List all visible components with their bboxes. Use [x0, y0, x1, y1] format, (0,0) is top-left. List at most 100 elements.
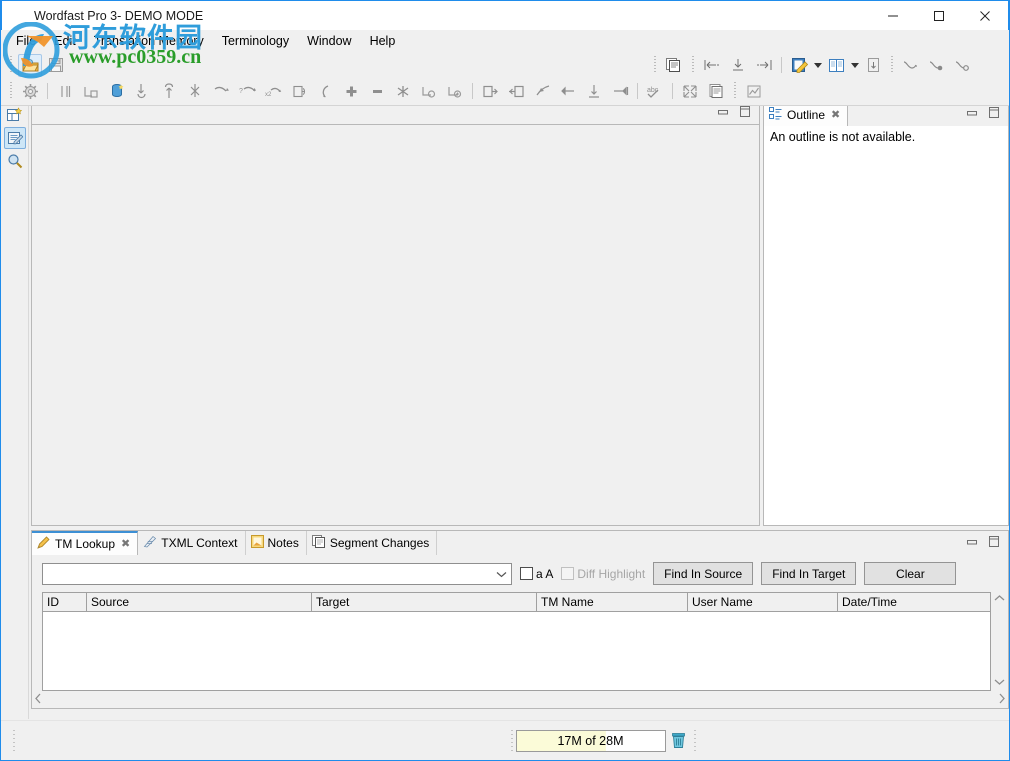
tm-results-rows[interactable]: [42, 612, 991, 691]
menu-item-help[interactable]: Help: [361, 32, 405, 50]
merge-segment-button[interactable]: [79, 80, 103, 103]
remove-term-button[interactable]: [365, 80, 389, 103]
clear-button[interactable]: Clear: [864, 562, 957, 585]
toolbar-grip-3[interactable]: [690, 56, 696, 74]
scroll-left-icon[interactable]: [34, 693, 42, 707]
align-left-button[interactable]: [700, 54, 724, 77]
case-sensitive-checkbox[interactable]: a A: [520, 567, 553, 581]
preferences-button[interactable]: [18, 80, 42, 103]
outline-tab-close-icon[interactable]: ✖: [831, 109, 840, 121]
tab-txml-context[interactable]: TXML Context: [138, 531, 246, 555]
menu-item-window[interactable]: Window: [298, 32, 360, 50]
tm-lookup-button[interactable]: [417, 80, 441, 103]
find-in-target-button[interactable]: Find In Target: [761, 562, 857, 585]
undo-segment-button[interactable]: [313, 80, 337, 103]
export-button[interactable]: [478, 80, 502, 103]
bottom-minimize-button[interactable]: [965, 536, 979, 551]
toolbar-grip[interactable]: [8, 56, 14, 74]
column-header-tm-name[interactable]: TM Name: [537, 593, 688, 611]
align-right-button[interactable]: [752, 54, 776, 77]
window-title: Wordfast Pro 3- DEMO MODE: [34, 8, 204, 23]
editor-part: [31, 101, 760, 526]
outline-maximize-button[interactable]: [987, 106, 1001, 122]
save-file-button[interactable]: [44, 54, 68, 77]
column-header-source[interactable]: Source: [87, 593, 312, 611]
tab-segment-changes[interactable]: Segment Changes: [306, 531, 438, 555]
split-segment-button[interactable]: [53, 80, 77, 103]
notes-dropdown-arrow[interactable]: [812, 54, 823, 77]
import-button[interactable]: [504, 80, 528, 103]
copy-source-button[interactable]: [105, 80, 129, 103]
editor-icon[interactable]: [3, 127, 26, 149]
transcheck-button[interactable]: [391, 80, 415, 103]
open-file-button[interactable]: [18, 53, 42, 77]
bottom-part-controls: [965, 531, 1008, 555]
column-header-date-time[interactable]: Date/Time: [838, 593, 990, 611]
clear-segment-button[interactable]: [183, 80, 207, 103]
tab-notes[interactable]: Notes: [245, 531, 307, 555]
tm-lookup-panel: a A Diff Highlight Find In Source Find I…: [32, 555, 1008, 708]
tm-add-button[interactable]: [443, 80, 467, 103]
find-in-source-button[interactable]: Find In Source: [653, 562, 754, 585]
translate-next-button[interactable]: [209, 80, 233, 103]
spellcheck-button[interactable]: abc: [643, 80, 667, 103]
window-controls: [870, 1, 1008, 31]
toolbar-grip-2[interactable]: [652, 56, 658, 74]
align-bottom-button[interactable]: [726, 54, 750, 77]
tag-insert-button[interactable]: [582, 80, 606, 103]
expand-all-button[interactable]: [678, 80, 702, 103]
filter-hook-button[interactable]: [899, 54, 923, 77]
filter-hook-next-button[interactable]: [925, 54, 949, 77]
menu-item-file[interactable]: File: [7, 32, 45, 50]
previous-segment-button[interactable]: [157, 80, 181, 103]
outline-minimize-button[interactable]: [965, 107, 979, 122]
toolbar-grip-4[interactable]: [889, 56, 895, 74]
column-header-user-name[interactable]: User Name: [688, 593, 838, 611]
editor-maximize-button[interactable]: [738, 105, 752, 121]
scroll-right-icon[interactable]: [998, 693, 1006, 707]
menu-item-translation-memory[interactable]: Translation Memory: [85, 32, 213, 50]
scroll-up-icon[interactable]: [994, 594, 1005, 605]
minimize-button[interactable]: [870, 1, 916, 31]
close-button[interactable]: [962, 1, 1008, 31]
next-segment-button[interactable]: [131, 80, 155, 103]
case-sensitive-checkbox-box[interactable]: [520, 567, 533, 580]
tm-search-combo[interactable]: [42, 562, 512, 585]
segment-view-button[interactable]: [861, 54, 885, 77]
new-project-icon[interactable]: [4, 104, 26, 126]
menu-item-terminology[interactable]: Terminology: [213, 32, 298, 50]
tm-results-horizontal-scrollbar[interactable]: [32, 691, 1008, 708]
editor-canvas[interactable]: [32, 124, 759, 525]
commit-button[interactable]: [287, 80, 311, 103]
toolbar-grip-5[interactable]: [8, 82, 14, 100]
quick-tag-button[interactable]: [530, 80, 554, 103]
report-button[interactable]: [704, 80, 728, 103]
outline-message: An outline is not available.: [764, 126, 1008, 525]
translate-fuzzy-button[interactable]: x2: [261, 80, 285, 103]
notes-button[interactable]: [787, 54, 811, 77]
notes-tab-label: Notes: [267, 536, 299, 550]
scroll-down-icon[interactable]: [994, 678, 1005, 689]
tm-lookup-tab-close-icon[interactable]: ✖: [121, 538, 130, 550]
tab-tm-lookup[interactable]: TM Lookup ✖: [32, 531, 139, 555]
chart-button[interactable]: [742, 80, 766, 103]
chevron-down-icon[interactable]: [496, 567, 507, 581]
column-header-target[interactable]: Target: [312, 593, 537, 611]
trash-can-icon[interactable]: [666, 729, 692, 753]
editor-minimize-button[interactable]: [716, 106, 730, 121]
maximize-button[interactable]: [916, 1, 962, 31]
glossary-dropdown-arrow[interactable]: [849, 54, 860, 77]
menu-item-edit[interactable]: Edit: [45, 32, 85, 50]
copy-all-button[interactable]: [662, 54, 686, 77]
search-magnifier-icon[interactable]: [4, 150, 26, 172]
add-term-button[interactable]: [339, 80, 363, 103]
bottom-maximize-button[interactable]: [987, 535, 1001, 551]
tm-results-vertical-scrollbar[interactable]: [991, 592, 1008, 691]
column-header-id[interactable]: ID: [43, 593, 87, 611]
translate-all-button[interactable]: ?: [235, 80, 259, 103]
toolbar-grip-6[interactable]: [732, 82, 738, 100]
glossary-button[interactable]: [824, 54, 848, 77]
filter-hook-prev-button[interactable]: [951, 54, 975, 77]
tag-right-button[interactable]: [608, 80, 632, 103]
tag-left-button[interactable]: [556, 80, 580, 103]
